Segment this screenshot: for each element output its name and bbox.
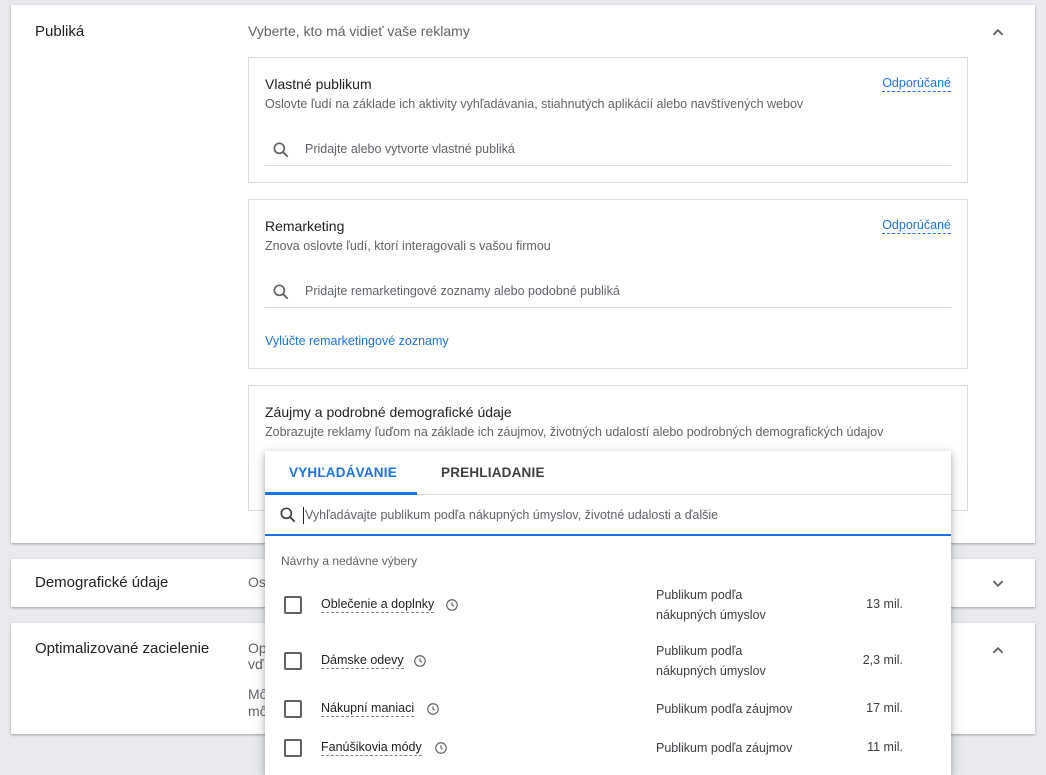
custom-audience-card: Vlastné publikum Odporúčané Oslovte ľudí… [248, 57, 968, 183]
clock-icon [446, 599, 458, 611]
checkbox[interactable] [284, 700, 302, 718]
custom-audience-recommended-link[interactable]: Odporúčané [882, 76, 951, 92]
remarketing-search-input[interactable]: Pridajte remarketingové zoznamy alebo po… [265, 274, 951, 308]
suggestions-heading: Návrhy a nedávne výbery [281, 554, 418, 568]
item-size: 2,3 mil. [862, 653, 903, 667]
interests-desc: Zobrazujte reklamy ľuďom na základe ich … [265, 425, 884, 439]
item-type: Publikum podľa záujmov [656, 702, 793, 716]
search-icon [273, 284, 289, 300]
search-icon [273, 142, 289, 158]
item-name[interactable]: Oblečenie a doplnky [321, 597, 435, 613]
custom-audience-placeholder: Pridajte alebo vytvorte vlastné publiká [305, 142, 515, 156]
item-type: Publikum podľa nákupných úmyslov [656, 644, 766, 678]
tab-search[interactable]: VYHĽADÁVANIE [289, 465, 397, 480]
custom-audience-search-input[interactable]: Pridajte alebo vytvorte vlastné publiká [265, 132, 951, 166]
search-icon [280, 507, 296, 523]
text-cursor [303, 507, 304, 524]
item-name[interactable]: Nákupní maniaci [321, 701, 415, 717]
checkbox[interactable] [284, 596, 302, 614]
item-name[interactable]: Fanúšikovia módy [321, 740, 422, 756]
dropdown-tabs: VYHĽADÁVANIE PREHLIADANIE [265, 451, 951, 495]
custom-audience-desc: Oslovte ľudí na základe ich aktivity vyh… [265, 97, 804, 111]
list-item[interactable]: Fanúšikovia módy Publikum podľa záujmov … [265, 728, 951, 768]
checkbox[interactable] [284, 739, 302, 757]
demographics-title: Demografické údaje [35, 574, 169, 591]
checkbox[interactable] [284, 652, 302, 670]
item-type: Publikum podľa nákupných úmyslov [656, 588, 766, 622]
tab-browse[interactable]: PREHLIADANIE [441, 465, 545, 480]
custom-audience-title: Vlastné publikum [265, 76, 372, 92]
interests-search-placeholder: Vyhľadávajte publikum podľa nákupných úm… [305, 508, 719, 522]
clock-icon [435, 742, 447, 754]
collapse-optimized-chevron-up-icon[interactable] [987, 639, 1009, 661]
interests-title: Záujmy a podrobné demografické údaje [265, 404, 512, 420]
remarketing-card: Remarketing Odporúčané Znova oslovte ľud… [248, 199, 968, 369]
optimized-sub-line2: vď [248, 656, 264, 672]
item-size: 11 mil. [867, 740, 903, 754]
optimized-sub-line1: Op [248, 640, 267, 656]
remarketing-desc: Znova oslovte ľudí, ktorí interagovali s… [265, 239, 551, 253]
item-size: 17 mil. [866, 701, 903, 715]
collapse-audiences-chevron-up-icon[interactable] [987, 21, 1009, 43]
item-size: 13 mil. [866, 597, 903, 611]
interests-dropdown: VYHĽADÁVANIE PREHLIADANIE Vyhľadávajte p… [265, 451, 951, 775]
clock-icon [427, 703, 439, 715]
remarketing-placeholder: Pridajte remarketingové zoznamy alebo po… [305, 284, 620, 298]
demographics-subtitle: Os [248, 574, 266, 590]
list-item[interactable]: Oblečenie a doplnky Publikum podľa nákupn… [265, 585, 951, 625]
exclude-remarketing-link[interactable]: Vylúčte remarketingové zoznamy [265, 334, 449, 348]
audiences-subtitle: Vyberte, kto má vidieť vaše reklamy [248, 23, 470, 39]
list-item[interactable]: Dámske odevy Publikum podľa nákupných úmy… [265, 641, 951, 681]
item-type: Publikum podľa záujmov [656, 741, 793, 755]
remarketing-title: Remarketing [265, 218, 345, 234]
clock-icon [414, 655, 426, 667]
interests-search-input[interactable]: Vyhľadávajte publikum podľa nákupných úm… [265, 495, 951, 536]
list-item[interactable]: Nákupní maniaci Publikum podľa záujmov 1… [265, 689, 951, 729]
item-name[interactable]: Dámske odevy [321, 653, 404, 669]
optimized-title: Optimalizované zacielenie [35, 640, 210, 657]
audiences-title: Publiká [35, 23, 85, 40]
expand-demographics-chevron-down-icon[interactable] [987, 572, 1009, 594]
remarketing-recommended-link[interactable]: Odporúčané [882, 218, 951, 234]
